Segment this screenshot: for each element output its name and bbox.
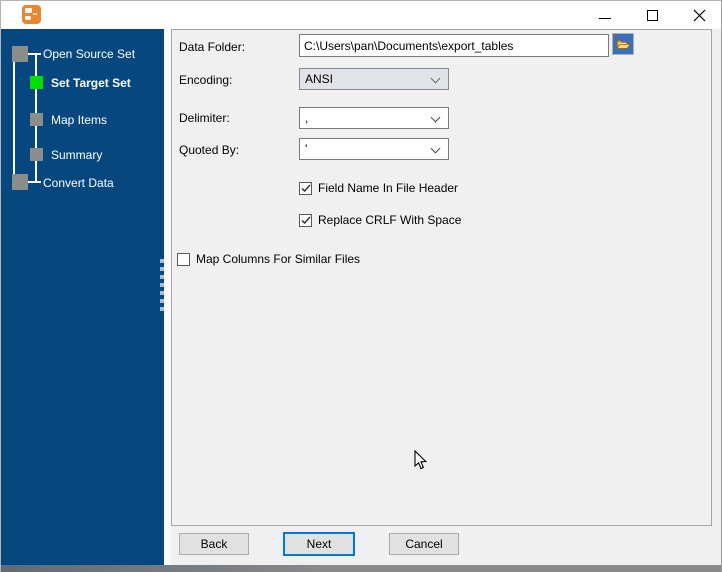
chevron-down-icon xyxy=(430,112,441,123)
quoted-by-label: Quoted By: xyxy=(179,143,240,157)
cancel-button[interactable]: Cancel xyxy=(389,533,459,555)
encoding-select[interactable]: ANSI xyxy=(299,68,449,90)
step-marker-convert-data xyxy=(12,174,28,190)
maximize-button[interactable] xyxy=(629,1,675,29)
delimiter-select[interactable]: , xyxy=(299,107,449,129)
chevron-down-icon xyxy=(430,73,441,84)
next-button[interactable]: Next xyxy=(283,532,355,556)
window-bottom-edge xyxy=(1,565,721,572)
step-connector-line xyxy=(28,181,41,183)
checkbox-unchecked-icon[interactable] xyxy=(177,253,190,266)
step-label-convert-data: Convert Data xyxy=(43,176,114,190)
step-marker-summary xyxy=(30,148,43,161)
checkbox-checked-icon[interactable] xyxy=(299,214,312,227)
browse-folder-button[interactable] xyxy=(612,33,634,55)
data-folder-input[interactable] xyxy=(299,34,609,57)
checkbox-replace-crlf-with-space[interactable]: Replace CRLF With Space xyxy=(299,213,479,229)
checkbox-label: Replace CRLF With Space xyxy=(318,213,462,227)
red-dot xyxy=(614,35,616,37)
step-label-map-items: Map Items xyxy=(51,113,108,127)
chevron-down-icon xyxy=(430,143,441,154)
step-connector-line xyxy=(28,53,41,55)
form-group-box xyxy=(171,29,712,526)
titlebar[interactable] xyxy=(1,1,721,29)
quoted-by-value: ' xyxy=(305,142,308,156)
step-connector-line xyxy=(13,62,15,174)
encoding-value: ANSI xyxy=(305,72,334,86)
quoted-by-select[interactable]: ' xyxy=(299,138,449,160)
step-label-summary: Summary xyxy=(51,148,103,162)
open-folder-icon xyxy=(615,39,631,49)
step-marker-open-source-set xyxy=(12,46,28,62)
back-button[interactable]: Back xyxy=(179,533,249,555)
minimize-icon xyxy=(599,17,611,19)
mouse-cursor xyxy=(414,450,428,470)
step-marker-set-target-set-active xyxy=(30,76,43,89)
step-marker-map-items xyxy=(30,113,43,126)
close-icon xyxy=(693,9,705,21)
checkbox-label: Map Columns For Similar Files xyxy=(196,252,361,266)
maximize-icon xyxy=(646,9,658,21)
step-label-open-source-set: Open Source Set xyxy=(43,47,136,61)
encoding-label: Encoding: xyxy=(179,73,233,87)
checkbox-field-name-in-file-header[interactable]: Field Name In File Header xyxy=(299,181,479,197)
wizard-steps-sidebar: Open Source Set Set Target Set Map Items… xyxy=(1,29,164,565)
checkbox-map-columns-for-similar-files[interactable]: Map Columns For Similar Files xyxy=(177,252,377,268)
checkbox-label: Field Name In File Header xyxy=(318,181,459,195)
delimiter-label: Delimiter: xyxy=(179,111,230,125)
minimize-button[interactable] xyxy=(582,1,628,29)
step-label-set-target-set: Set Target Set xyxy=(51,76,131,90)
close-button[interactable] xyxy=(676,1,721,29)
app-icon xyxy=(22,5,41,24)
sidebar-gutter xyxy=(164,29,171,565)
data-folder-label: Data Folder: xyxy=(179,40,246,54)
wizard-window: Open Source Set Set Target Set Map Items… xyxy=(0,0,722,572)
checkbox-checked-icon[interactable] xyxy=(299,182,312,195)
delimiter-value: , xyxy=(305,111,309,125)
